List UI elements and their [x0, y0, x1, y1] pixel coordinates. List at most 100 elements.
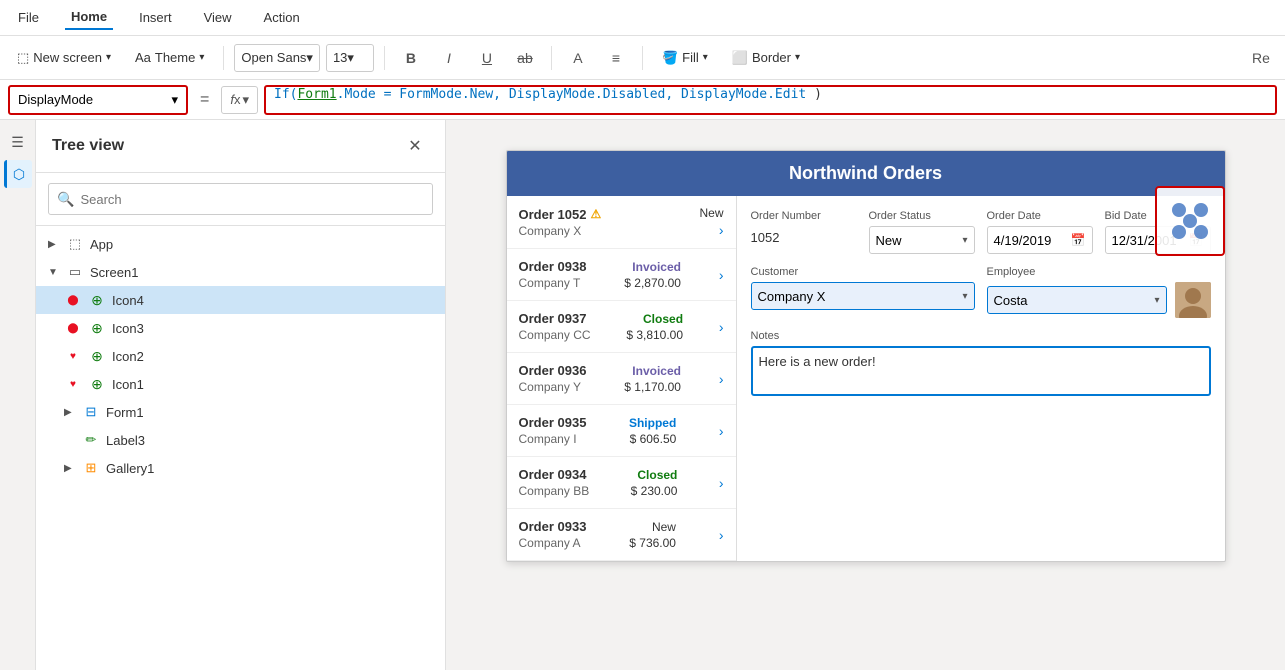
customer-field: Customer Company X ▾	[751, 266, 975, 318]
employee-avatar-svg	[1175, 282, 1211, 318]
menu-bar: File Home Insert View Action	[0, 0, 1285, 36]
search-icon: 🔍	[57, 191, 74, 208]
tree-item-gallery1[interactable]: ▶ ⊞ Gallery1	[36, 454, 445, 482]
icon2-heart-dot: ♥	[64, 347, 82, 365]
property-selector[interactable]: DisplayMode ▾	[8, 85, 188, 115]
gallery1-expand-icon: ▶	[64, 463, 76, 474]
icon4-selected-overlay	[1155, 186, 1225, 256]
strikethrough-button[interactable]: ab	[509, 42, 541, 74]
menu-action[interactable]: Action	[258, 6, 306, 29]
underline-button[interactable]: U	[471, 42, 503, 74]
font-size-chevron: ▾	[347, 50, 354, 66]
order-list: Order 1052 ⚠ Company X New ›	[507, 196, 737, 561]
align-button[interactable]: ≡	[600, 42, 632, 74]
label3-icon: ✏	[82, 431, 100, 449]
toolbar-separator-4	[642, 46, 643, 70]
sidebar-close-button[interactable]: ✕	[401, 132, 429, 160]
order-1052-chevron-icon: ›	[719, 222, 724, 238]
tree-item-app[interactable]: ▶ ⬚ App	[36, 230, 445, 258]
tree-item-label3[interactable]: ▶ ✏ Label3	[36, 426, 445, 454]
toolbar-separator-1	[223, 46, 224, 70]
search-input[interactable]	[80, 192, 424, 207]
order-item-0933[interactable]: Order 0933 Company A New $ 736.00 ›	[507, 509, 736, 561]
order-item-0937[interactable]: Order 0937 Company CC Closed $ 3,810.00 …	[507, 301, 736, 353]
border-chevron-icon: ▾	[795, 52, 800, 63]
app-body: Order 1052 ⚠ Company X New ›	[507, 196, 1225, 561]
order-0934-chevron-icon: ›	[719, 475, 724, 491]
formula-fx-button[interactable]: fx ▾	[221, 86, 258, 114]
tree-item-icon3[interactable]: ⬤ ⊕ Icon3	[36, 314, 445, 342]
icon3-add-icon: ⊕	[88, 319, 106, 337]
tree-item-icon2[interactable]: ♥ ⊕ Icon2	[36, 342, 445, 370]
main-layout: ☰ ⬡ Tree view ✕ 🔍 ▶ ⬚ App ▼ ▭ Scre	[0, 120, 1285, 670]
icon4-red-dot: ⬤	[64, 291, 82, 309]
theme-button[interactable]: Aa Theme ▾	[126, 45, 213, 70]
tree-item-icon4[interactable]: ⬤ ⊕ Icon4	[36, 286, 445, 314]
formula-bar: DisplayMode ▾ = fx ▾ If(Form1.Mode = For…	[0, 80, 1285, 120]
order-0937-chevron-icon: ›	[719, 319, 724, 335]
toolbar: ⬚ New screen ▾ Aa Theme ▾ Open Sans ▾ 13…	[0, 36, 1285, 80]
icon2-add-icon: ⊕	[88, 347, 106, 365]
icon4-add-icon: ⊕	[88, 291, 106, 309]
order-item-0935[interactable]: Order 0935 Company I Shipped $ 606.50 ›	[507, 405, 736, 457]
font-family-dropdown[interactable]: Open Sans ▾	[234, 44, 320, 72]
order-0938-chevron-icon: ›	[719, 267, 724, 283]
employee-dropdown-icon: ▾	[1154, 295, 1159, 306]
order-0933-chevron-icon: ›	[719, 527, 724, 543]
tree-item-form1[interactable]: ▶ ⊟ Form1	[36, 398, 445, 426]
font-family-chevron: ▾	[306, 50, 313, 66]
sidebar-search-area: 🔍	[36, 173, 445, 226]
detail-row-1: Order Number 1052 Order Status New ▾ Ord…	[751, 210, 1211, 254]
order-0936-chevron-icon: ›	[719, 371, 724, 387]
warning-icon: ⚠	[590, 207, 601, 221]
form1-icon: ⊟	[82, 403, 100, 421]
tree-item-icon1[interactable]: ♥ ⊕ Icon1	[36, 370, 445, 398]
customer-input[interactable]: Company X ▾	[751, 282, 975, 310]
menu-home[interactable]: Home	[65, 5, 113, 30]
order-date-calendar-icon: 📅	[1071, 233, 1086, 247]
employee-input[interactable]: Costa ▾	[987, 286, 1167, 314]
icon1-heart-dot: ♥	[64, 375, 82, 393]
new-screen-chevron-icon: ▾	[106, 52, 111, 63]
order-item-0938[interactable]: Order 0938 Company T Invoiced $ 2,870.00…	[507, 249, 736, 301]
fill-button[interactable]: 🪣 Fill ▾	[653, 45, 717, 71]
icon4-dots-svg	[1165, 196, 1215, 246]
menu-file[interactable]: File	[12, 6, 45, 29]
app-expand-icon: ▶	[48, 239, 60, 250]
formula-input[interactable]: If(Form1.Mode = FormMode.New, DisplayMod…	[264, 85, 1277, 115]
tree-list: ▶ ⬚ App ▼ ▭ Screen1 ⬤ ⊕ Icon4 ⬤ ⊕ Icon3	[36, 226, 445, 670]
order-detail: Order Number 1052 Order Status New ▾ Ord…	[737, 196, 1225, 561]
order-item-1052[interactable]: Order 1052 ⚠ Company X New ›	[507, 196, 736, 249]
font-color-button[interactable]: A	[562, 42, 594, 74]
order-item-0936[interactable]: Order 0936 Company Y Invoiced $ 1,170.00…	[507, 353, 736, 405]
font-size-dropdown[interactable]: 13 ▾	[326, 44, 374, 72]
layers-icon[interactable]: ⬡	[4, 160, 32, 188]
theme-chevron-icon: ▾	[199, 52, 204, 63]
border-button[interactable]: ⬜ Border ▾	[723, 45, 809, 71]
detail-row-3: Notes Here is a new order!	[751, 330, 1211, 396]
hamburger-menu-icon[interactable]: ☰	[4, 128, 32, 156]
fx-chevron-icon: ▾	[242, 92, 249, 108]
fill-chevron-icon: ▾	[703, 52, 708, 63]
new-screen-icon: ⬚	[17, 50, 29, 66]
order-item-0934[interactable]: Order 0934 Company BB Closed $ 230.00 ›	[507, 457, 736, 509]
italic-button[interactable]: I	[433, 42, 465, 74]
bold-button[interactable]: B	[395, 42, 427, 74]
sidebar-title: Tree view	[52, 137, 124, 155]
notes-textarea[interactable]: Here is a new order!	[751, 346, 1211, 396]
menu-view[interactable]: View	[198, 6, 238, 29]
screen1-icon: ▭	[66, 263, 84, 281]
employee-field: Employee Costa ▾	[987, 266, 1211, 318]
reorder-button[interactable]: Re	[1245, 42, 1277, 74]
toolbar-separator-2	[384, 46, 385, 70]
tree-item-screen1[interactable]: ▼ ▭ Screen1	[36, 258, 445, 286]
property-chevron-icon: ▾	[171, 92, 178, 108]
form1-expand-icon: ▶	[64, 407, 76, 418]
order-status-input[interactable]: New ▾	[869, 226, 975, 254]
order-date-input[interactable]: 4/19/2019 📅	[987, 226, 1093, 254]
new-screen-button[interactable]: ⬚ New screen ▾	[8, 45, 120, 71]
toolbar-right: Re	[1245, 42, 1277, 74]
menu-insert[interactable]: Insert	[133, 6, 178, 29]
customer-dropdown-icon: ▾	[962, 291, 967, 302]
icon1-add-icon: ⊕	[88, 375, 106, 393]
